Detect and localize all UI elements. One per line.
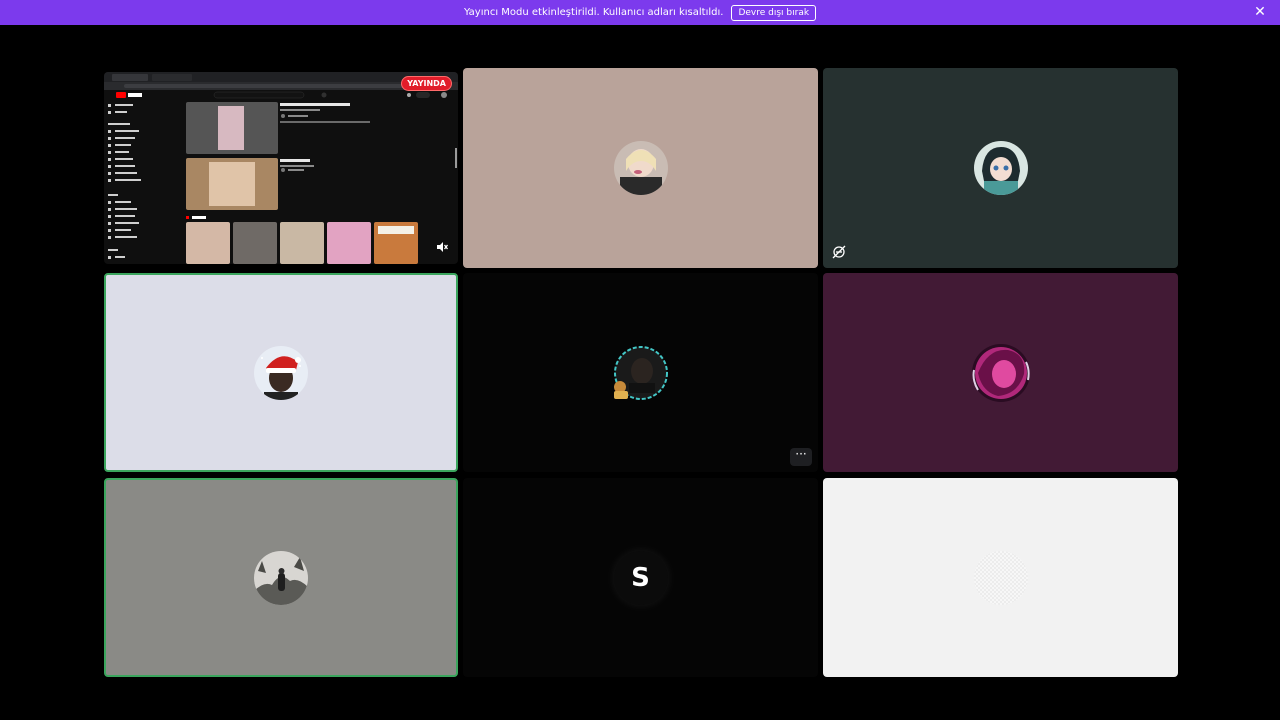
avatar [973, 141, 1028, 195]
avatar [613, 345, 668, 400]
participant-tile-speaking[interactable] [104, 478, 458, 677]
avatar: S [613, 550, 668, 605]
participant-tile[interactable] [823, 478, 1178, 677]
streamer-mode-banner: Yayıncı Modu etkinleştirildi. Kullanıcı … [0, 0, 1280, 25]
avatar [254, 550, 308, 605]
participant-tile[interactable] [463, 68, 818, 268]
screen-share-preview [104, 72, 458, 264]
participant-tile[interactable]: ··· [463, 273, 818, 472]
participant-tile-speaking[interactable] [104, 273, 458, 472]
banner-message: Yayıncı Modu etkinleştirildi. Kullanıcı … [463, 7, 724, 18]
disable-streamer-mode-button[interactable]: Devre dışı bırak [731, 4, 817, 21]
participant-tile[interactable]: S [463, 478, 818, 677]
participant-tile[interactable] [823, 273, 1178, 472]
more-options-button[interactable]: ··· [790, 448, 812, 466]
avatar-letter: S [631, 562, 650, 593]
avatar [254, 345, 308, 400]
participant-tile[interactable] [823, 68, 1178, 268]
volume-muted-icon[interactable] [434, 240, 450, 256]
screen-share-tile[interactable]: YAYINDA [104, 72, 458, 264]
camera-off-icon [831, 244, 847, 260]
close-icon[interactable]: ✕ [1252, 4, 1268, 20]
avatar [971, 343, 1030, 402]
avatar [613, 141, 668, 195]
avatar [973, 550, 1028, 605]
live-badge: YAYINDA [401, 76, 452, 91]
